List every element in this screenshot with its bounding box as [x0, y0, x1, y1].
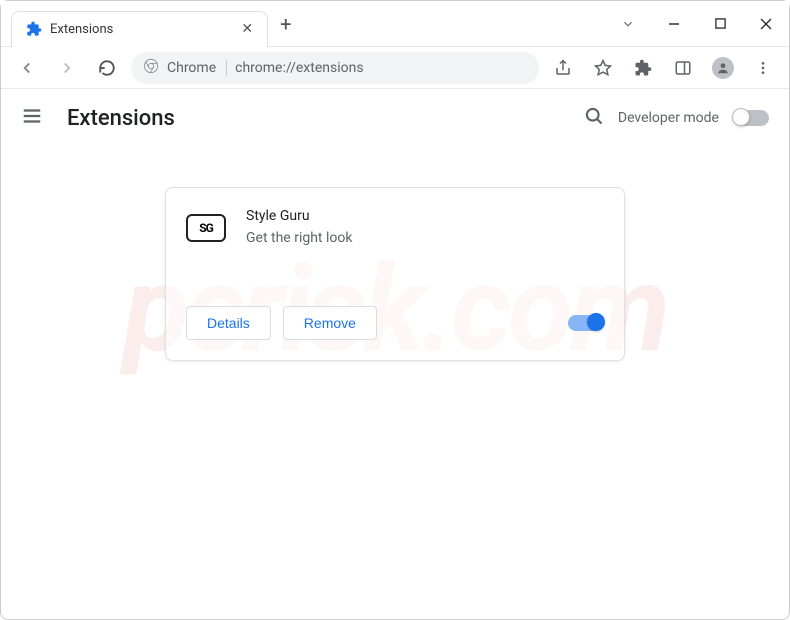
- details-button[interactable]: Details: [186, 306, 271, 340]
- tabs-dropdown-icon[interactable]: [605, 4, 651, 44]
- extensions-puzzle-icon[interactable]: [627, 52, 659, 84]
- reload-button[interactable]: [91, 52, 123, 84]
- profile-avatar[interactable]: [707, 52, 739, 84]
- sidepanel-icon[interactable]: [667, 52, 699, 84]
- extension-description: Get the right look: [246, 230, 352, 246]
- window-controls: [605, 4, 789, 44]
- minimize-button[interactable]: [651, 4, 697, 44]
- extension-icon: SG: [186, 214, 226, 242]
- kebab-menu-icon[interactable]: [747, 52, 779, 84]
- extension-info: Style Guru Get the right look: [246, 208, 352, 246]
- extensions-list: SG Style Guru Get the right look Details…: [1, 147, 789, 361]
- search-icon[interactable]: [584, 106, 604, 130]
- page-header: Extensions Developer mode: [1, 89, 789, 147]
- avatar-icon: [712, 57, 734, 79]
- toggle-knob: [732, 108, 750, 126]
- extension-enable-toggle[interactable]: [568, 315, 604, 331]
- extension-card: SG Style Guru Get the right look Details…: [165, 187, 625, 361]
- share-icon[interactable]: [547, 52, 579, 84]
- back-button[interactable]: [11, 52, 43, 84]
- forward-button[interactable]: [51, 52, 83, 84]
- address-url: chrome://extensions: [235, 60, 363, 76]
- close-tab-icon[interactable]: ✕: [241, 21, 253, 37]
- extension-card-header: SG Style Guru Get the right look: [186, 208, 604, 246]
- extension-name: Style Guru: [246, 208, 352, 224]
- bookmark-star-icon[interactable]: [587, 52, 619, 84]
- hamburger-menu-icon[interactable]: [21, 105, 43, 131]
- extension-card-actions: Details Remove: [186, 306, 604, 340]
- header-right: Developer mode: [584, 106, 769, 130]
- toggle-knob: [587, 313, 605, 331]
- new-tab-button[interactable]: +: [280, 14, 291, 34]
- tab-title: Extensions: [50, 22, 113, 37]
- chrome-icon: [143, 58, 159, 78]
- address-prefix: Chrome: [167, 60, 227, 76]
- browser-tab[interactable]: Extensions ✕: [11, 11, 268, 47]
- browser-toolbar: Chrome chrome://extensions: [1, 47, 789, 89]
- maximize-button[interactable]: [697, 4, 743, 44]
- page-title: Extensions: [67, 106, 175, 131]
- remove-button[interactable]: Remove: [283, 306, 377, 340]
- address-bar[interactable]: Chrome chrome://extensions: [131, 52, 539, 84]
- window-titlebar: Extensions ✕ +: [1, 1, 789, 47]
- puzzle-icon: [26, 21, 42, 37]
- developer-mode-label: Developer mode: [618, 110, 719, 126]
- close-window-button[interactable]: [743, 4, 789, 44]
- developer-mode-toggle[interactable]: [733, 110, 769, 126]
